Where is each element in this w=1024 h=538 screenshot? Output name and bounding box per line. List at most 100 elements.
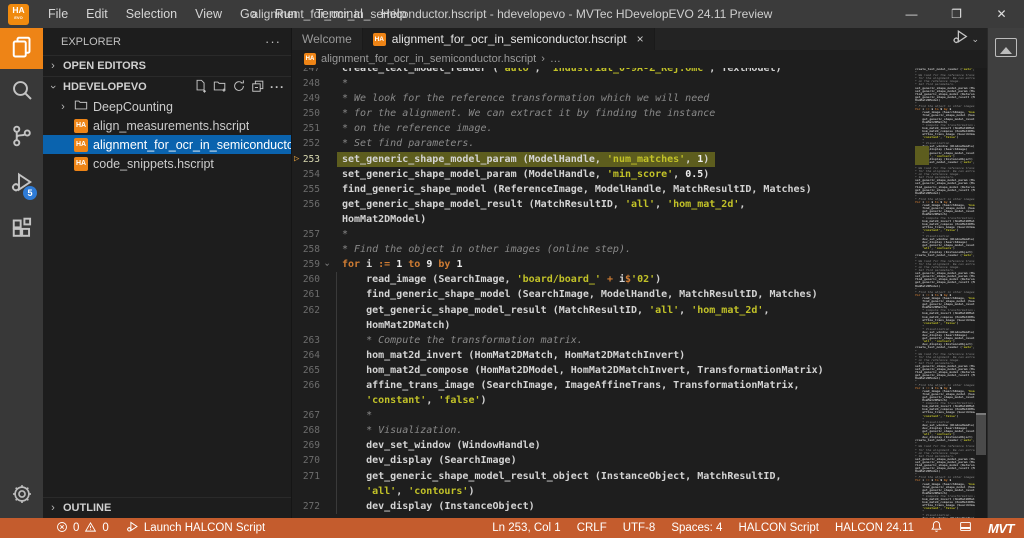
outline-section[interactable]: › OUTLINE bbox=[43, 497, 291, 518]
code-line-267[interactable]: 267 * bbox=[292, 408, 987, 423]
code-line-250[interactable]: 250* for the alignment. We can extract i… bbox=[292, 106, 987, 121]
code-line-247[interactable]: 247create_text_model_reader ('auto', 'In… bbox=[292, 68, 987, 76]
line-number[interactable]: 260 bbox=[292, 272, 332, 287]
run-dropdown-chevron-icon[interactable]: ⌄ bbox=[971, 34, 979, 45]
scrollbar-thumb[interactable] bbox=[976, 413, 986, 455]
line-number[interactable]: 265 bbox=[292, 363, 332, 378]
minimap[interactable]: create_text_model_reader ('auto', 'Indus… bbox=[915, 68, 975, 518]
workspace-more-icon[interactable]: ··· bbox=[270, 80, 285, 94]
editor-scrollbar[interactable] bbox=[975, 68, 987, 518]
run-script-icon[interactable] bbox=[952, 28, 969, 50]
line-number[interactable]: 270 bbox=[292, 453, 332, 468]
code-line-270[interactable]: 270 dev_display (SearchImage) bbox=[292, 453, 987, 468]
close-tab-icon[interactable]: × bbox=[637, 32, 644, 46]
code-line-266[interactable]: 266 affine_trans_image (SearchImage, Ima… bbox=[292, 378, 987, 393]
line-number[interactable]: 262 bbox=[292, 303, 332, 318]
code-line-261[interactable]: 261 find_generic_shape_model (SearchImag… bbox=[292, 287, 987, 302]
line-number[interactable]: 261 bbox=[292, 287, 332, 302]
activity-search-button[interactable] bbox=[0, 69, 43, 115]
errors-icon[interactable] bbox=[56, 521, 68, 536]
line-number[interactable]: 251 bbox=[292, 121, 332, 136]
code-line-264[interactable]: 264 hom_mat2d_invert (HomMat2DMatch, Hom… bbox=[292, 348, 987, 363]
line-number[interactable] bbox=[292, 212, 332, 227]
code-line-271[interactable]: 271 get_generic_shape_model_result_objec… bbox=[292, 469, 987, 484]
line-number[interactable]: 271 bbox=[292, 469, 332, 484]
code-line-wrap[interactable]: HomMat2DMatch) bbox=[292, 318, 987, 333]
menu-edit[interactable]: Edit bbox=[77, 0, 117, 28]
fold-chevron-icon[interactable]: › bbox=[318, 260, 333, 270]
errors-count[interactable]: 0 bbox=[73, 522, 79, 534]
line-number[interactable]: 266 bbox=[292, 378, 332, 393]
line-number[interactable]: 250 bbox=[292, 106, 332, 121]
tab-hscript[interactable]: HA alignment_for_ocr_in_semiconductor.hs… bbox=[363, 28, 655, 50]
tab-welcome[interactable]: Welcome bbox=[292, 28, 363, 50]
new-folder-icon[interactable] bbox=[213, 79, 227, 96]
status-utf-8[interactable]: UTF-8 bbox=[623, 522, 656, 534]
code-line-255[interactable]: 255find_generic_shape_model (ReferenceIm… bbox=[292, 182, 987, 197]
maximize-button[interactable]: ❐ bbox=[934, 0, 979, 28]
code-line-248[interactable]: 248* bbox=[292, 76, 987, 91]
breadcrumb[interactable]: HA alignment_for_ocr_in_semiconductor.hs… bbox=[292, 50, 987, 68]
launch-halcon-script-button[interactable]: Launch HALCON Script bbox=[126, 520, 265, 536]
activity-explorer-button[interactable] bbox=[0, 28, 43, 69]
status-halcon-script[interactable]: HALCON Script bbox=[738, 522, 819, 534]
image-panel-icon[interactable] bbox=[995, 38, 1017, 57]
menu-file[interactable]: File bbox=[39, 0, 77, 28]
line-number[interactable]: 258 bbox=[292, 242, 332, 257]
line-number[interactable]: 252 bbox=[292, 136, 332, 151]
status-ln-253-col-1[interactable]: Ln 253, Col 1 bbox=[492, 522, 560, 534]
menu-terminal[interactable]: Terminal bbox=[307, 0, 372, 28]
warnings-icon[interactable] bbox=[84, 521, 97, 536]
line-number[interactable]: 268 bbox=[292, 423, 332, 438]
code-line-254[interactable]: 254set_generic_shape_model_param (ModelH… bbox=[292, 167, 987, 182]
line-number[interactable]: 264 bbox=[292, 348, 332, 363]
line-number[interactable]: 269 bbox=[292, 438, 332, 453]
code-line-256[interactable]: 256get_generic_shape_model_result (Match… bbox=[292, 197, 987, 212]
line-number[interactable]: 263 bbox=[292, 333, 332, 348]
code-line-wrap[interactable]: HomMat2DModel) bbox=[292, 212, 987, 227]
settings-gear-icon[interactable] bbox=[11, 483, 33, 510]
code-line-257[interactable]: 257* bbox=[292, 227, 987, 242]
code-line-259[interactable]: 259›for i := 1 to 9 by 1 bbox=[292, 257, 987, 272]
line-number[interactable]: 248 bbox=[292, 76, 332, 91]
explorer-more-icon[interactable]: ··· bbox=[265, 34, 281, 49]
line-number[interactable]: 254 bbox=[292, 167, 332, 182]
menu-view[interactable]: View bbox=[186, 0, 231, 28]
code-line-253[interactable]: ▷253set_generic_shape_model_param (Model… bbox=[292, 152, 987, 167]
code-line-265[interactable]: 265 hom_mat2d_compose (HomMat2DModel, Ho… bbox=[292, 363, 987, 378]
code-line-269[interactable]: 269 dev_set_window (WindowHandle) bbox=[292, 438, 987, 453]
code-line-263[interactable]: 263 * Compute the transformation matrix. bbox=[292, 333, 987, 348]
tree-item-deepcounting[interactable]: ›DeepCounting bbox=[43, 97, 291, 116]
code-editor[interactable]: 247 create_text_model_reader ('auto', 'In… bbox=[292, 68, 987, 518]
warnings-count[interactable]: 0 bbox=[102, 522, 108, 534]
code-line-252[interactable]: 252* Set find parameters. bbox=[292, 136, 987, 151]
activity-run-debug-button[interactable]: 5 bbox=[0, 161, 43, 207]
code-line-wrap[interactable]: 'all', 'contours') bbox=[292, 484, 987, 499]
open-editors-section[interactable]: › OPEN EDITORS bbox=[43, 55, 291, 76]
line-number[interactable] bbox=[292, 318, 332, 333]
bell-icon[interactable] bbox=[930, 520, 943, 536]
line-number[interactable]: 255 bbox=[292, 182, 332, 197]
collapse-all-icon[interactable] bbox=[251, 79, 265, 96]
activity-extensions-button[interactable] bbox=[0, 207, 43, 253]
code-line-258[interactable]: 258* Find the object in other images (on… bbox=[292, 242, 987, 257]
line-number[interactable] bbox=[292, 393, 332, 408]
status-crlf[interactable]: CRLF bbox=[577, 522, 607, 534]
menu-go[interactable]: Go bbox=[231, 0, 266, 28]
layout-panel-icon[interactable] bbox=[959, 520, 972, 536]
line-number[interactable]: 247 bbox=[292, 68, 332, 76]
workspace-section[interactable]: › HDEVELOPEVO ··· bbox=[43, 76, 291, 97]
line-number[interactable]: 256 bbox=[292, 197, 332, 212]
line-number[interactable] bbox=[292, 484, 332, 499]
activity-source-control-button[interactable] bbox=[0, 115, 43, 161]
refresh-icon[interactable] bbox=[232, 79, 246, 96]
code-line-272[interactable]: 272 dev_display (InstanceObject) bbox=[292, 499, 987, 514]
minimize-button[interactable]: — bbox=[889, 0, 934, 28]
menu-help[interactable]: Help bbox=[372, 0, 416, 28]
code-line-268[interactable]: 268 * Visualization. bbox=[292, 423, 987, 438]
code-line-262[interactable]: 262 get_generic_shape_model_result (Matc… bbox=[292, 303, 987, 318]
status-halcon-24-11[interactable]: HALCON 24.11 bbox=[835, 522, 914, 534]
line-number[interactable]: 249 bbox=[292, 91, 332, 106]
code-line-251[interactable]: 251* on the reference image. bbox=[292, 121, 987, 136]
code-line-249[interactable]: 249* We look for the reference transform… bbox=[292, 91, 987, 106]
